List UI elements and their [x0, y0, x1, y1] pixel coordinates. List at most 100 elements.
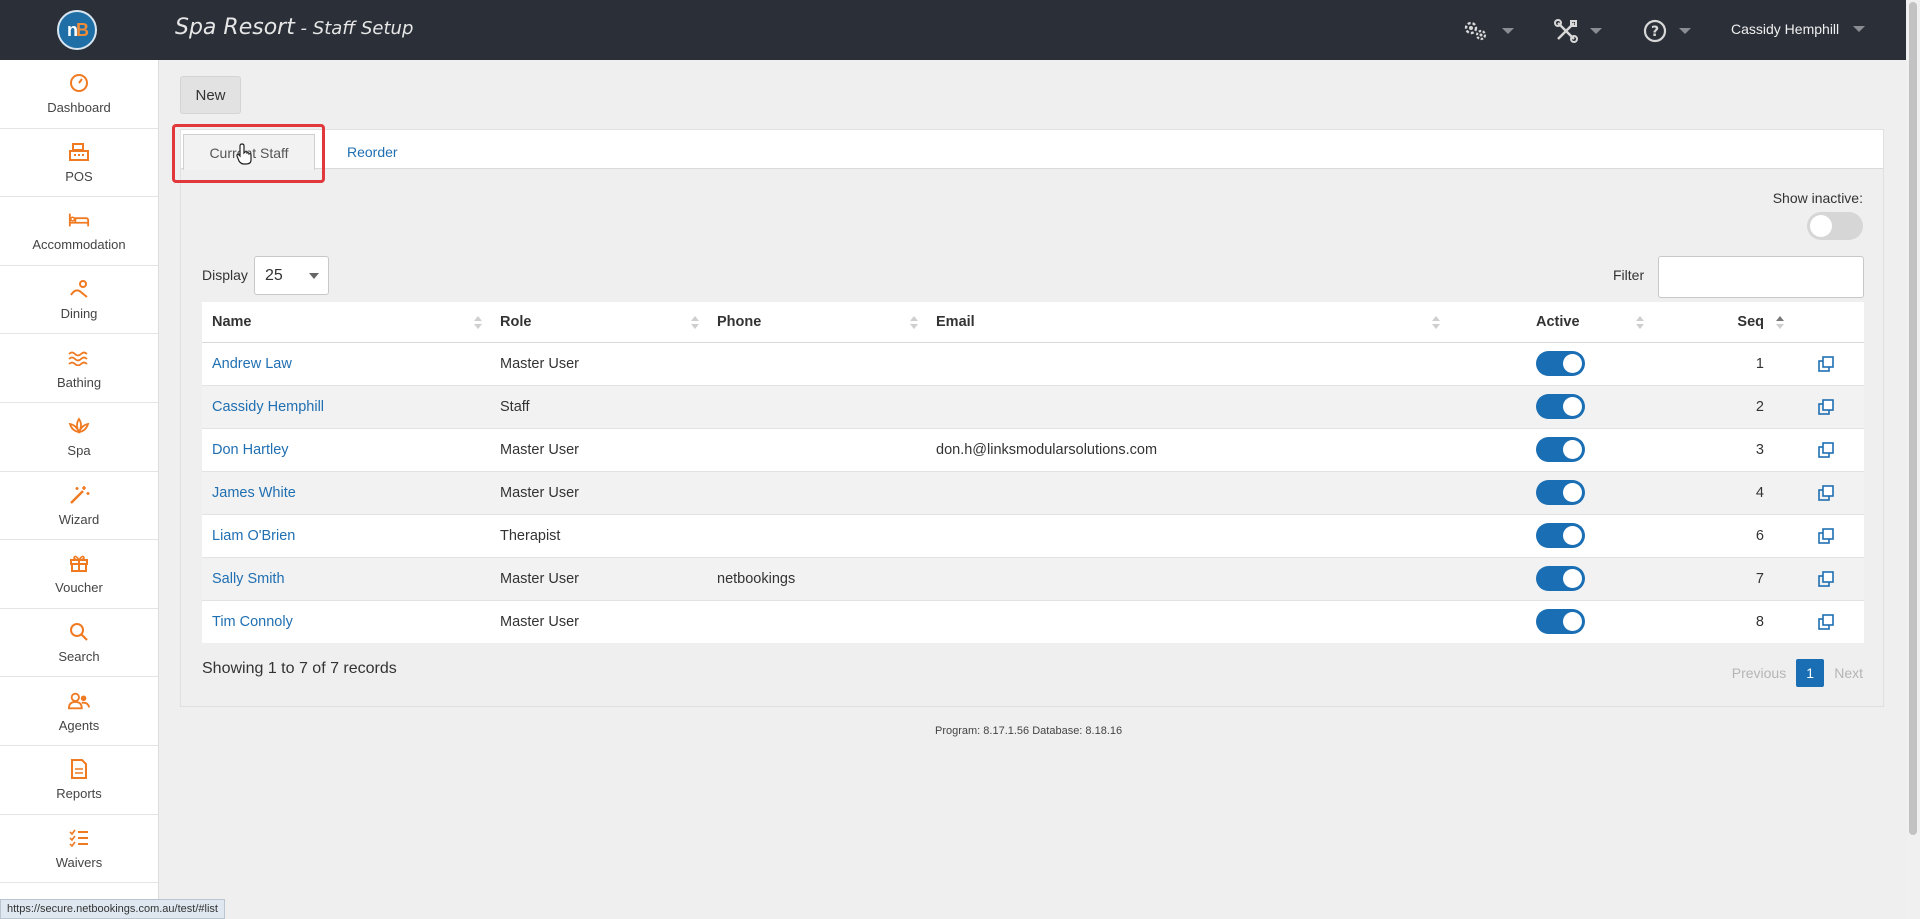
table-row: Liam O'Brien Therapist 6 [202, 513, 1864, 557]
copy-icon[interactable] [1818, 570, 1834, 587]
cell-actions [1792, 513, 1864, 557]
sidebar-item-label: POS [65, 168, 93, 184]
dashboard-icon [68, 72, 90, 94]
cell-phone [707, 470, 926, 514]
column-header-name[interactable]: Name [202, 302, 490, 343]
sort-icon [474, 316, 482, 330]
cell-name: Sally Smith [202, 556, 490, 600]
copy-icon[interactable] [1818, 527, 1834, 544]
user-name: Cassidy Hemphill [1731, 21, 1840, 37]
user-menu[interactable]: Cassidy Hemphill [1731, 21, 1866, 37]
search-icon [68, 621, 90, 643]
settings-menu[interactable] [1462, 18, 1514, 44]
cell-phone [707, 384, 926, 428]
filter-input[interactable] [1658, 256, 1864, 298]
sidebar-item-accommodation[interactable]: Accommodation [0, 197, 158, 266]
netbookings-logo-icon[interactable]: nB [57, 10, 97, 50]
column-header-active[interactable]: Active [1448, 302, 1652, 343]
cell-phone [707, 341, 926, 385]
staff-name-link[interactable]: Cassidy Hemphill [212, 399, 324, 415]
staff-name-link[interactable]: Don Hartley [212, 442, 289, 458]
cell-role: Therapist [490, 513, 707, 557]
previous-page-button[interactable]: Previous [1732, 665, 1786, 681]
sidebar-item-pos[interactable]: POS [0, 129, 158, 198]
copy-icon[interactable] [1818, 441, 1834, 458]
cell-seq: 2 [1652, 384, 1792, 428]
hand-cursor-icon [236, 143, 252, 165]
cell-email [926, 556, 1448, 600]
column-header-phone[interactable]: Phone [707, 302, 926, 343]
sidebar-item-label: Voucher [55, 580, 103, 596]
page-size-select[interactable]: 25 [254, 256, 329, 295]
sidebar-item-search[interactable]: Search [0, 609, 158, 678]
staff-name-link[interactable]: Liam O'Brien [212, 528, 295, 544]
gears-icon [1464, 21, 1487, 41]
copy-icon[interactable] [1818, 355, 1834, 372]
active-toggle[interactable] [1536, 394, 1585, 419]
sidebar-item-waivers[interactable]: Waivers [0, 815, 158, 884]
cell-email: don.h@linksmodularsolutions.com [926, 427, 1448, 471]
cell-name: Andrew Law [202, 341, 490, 385]
column-header-role[interactable]: Role [490, 302, 707, 343]
lotus-icon [68, 415, 90, 437]
staff-name-link[interactable]: Tim Connoly [212, 614, 293, 630]
tab-reorder[interactable]: Reorder [347, 134, 398, 170]
cell-actions [1792, 384, 1864, 428]
active-toggle[interactable] [1536, 437, 1585, 462]
staff-name-link[interactable]: Sally Smith [212, 571, 285, 587]
cell-role: Master User [490, 470, 707, 514]
active-toggle[interactable] [1536, 523, 1585, 548]
cell-active [1448, 384, 1652, 428]
show-inactive-toggle[interactable] [1807, 212, 1863, 240]
page-scrollbar[interactable] [1906, 0, 1920, 919]
cell-role: Staff [490, 384, 707, 428]
page-1-button[interactable]: 1 [1796, 659, 1825, 687]
sidebar-item-reports[interactable]: Reports [0, 746, 158, 815]
copy-icon[interactable] [1818, 398, 1834, 415]
sidebar-item-label: Agents [58, 717, 100, 733]
scrollbar-thumb[interactable] [1909, 2, 1917, 835]
table-row: James White Master User 4 [202, 470, 1864, 514]
gift-icon [68, 552, 90, 574]
tools-menu[interactable] [1554, 18, 1602, 44]
sidebar-item-spa[interactable]: Spa [0, 403, 158, 472]
column-header-label: Name [212, 313, 252, 330]
table-header-row: Name Role Phone Email Active Seq [202, 302, 1864, 343]
column-header-label: Seq [1737, 313, 1764, 330]
staff-name-link[interactable]: James White [212, 485, 296, 501]
active-toggle[interactable] [1536, 609, 1585, 635]
cell-seq: 3 [1652, 427, 1792, 471]
agents-icon [68, 690, 90, 712]
column-header-email[interactable]: Email [926, 302, 1448, 343]
sidebar-item-label: Waivers [55, 854, 103, 870]
bed-icon [68, 209, 90, 231]
sidebar-item-dashboard[interactable]: Dashboard [0, 60, 158, 129]
next-page-button[interactable]: Next [1834, 665, 1863, 681]
filter-label: Filter [1613, 267, 1645, 283]
sidebar-item-label: Accommodation [32, 237, 126, 253]
active-toggle[interactable] [1536, 351, 1585, 376]
property-name: Spa Resort [175, 15, 295, 40]
active-toggle[interactable] [1536, 566, 1585, 591]
staff-name-link[interactable]: Andrew Law [212, 356, 292, 372]
active-toggle[interactable] [1536, 480, 1585, 505]
new-staff-button[interactable]: New [180, 76, 241, 114]
cell-phone [707, 513, 926, 557]
magic-wand-icon [68, 484, 90, 506]
copy-icon[interactable] [1818, 484, 1834, 501]
help-menu[interactable]: ? [1643, 18, 1691, 44]
column-header-seq[interactable]: Seq [1652, 302, 1792, 343]
sidebar-item-dining[interactable]: Dining [0, 266, 158, 335]
sidebar-item-wizard[interactable]: Wizard [0, 472, 158, 541]
cell-actions [1792, 599, 1864, 643]
tools-icon [1554, 19, 1578, 43]
sidebar-item-agents[interactable]: Agents [0, 677, 158, 746]
sort-icon [1432, 316, 1440, 330]
sidebar-item-bathing[interactable]: Bathing [0, 334, 158, 403]
table-row: Tim Connoly Master User 8 [202, 599, 1864, 643]
sidebar-item-voucher[interactable]: Voucher [0, 540, 158, 609]
display-label: Display [202, 267, 248, 283]
version-info: Program: 8.17.1.56 Database: 8.18.16 [935, 725, 1123, 737]
cell-role: Master User [490, 556, 707, 600]
copy-icon[interactable] [1818, 614, 1834, 630]
